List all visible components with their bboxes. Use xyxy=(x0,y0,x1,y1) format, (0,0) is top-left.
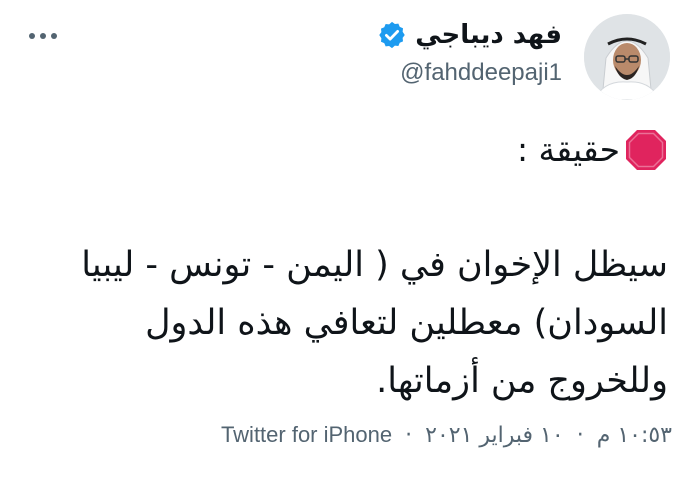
tweet-source[interactable]: Twitter for iPhone xyxy=(221,422,392,447)
avatar[interactable] xyxy=(584,14,670,100)
user-avatar-icon xyxy=(584,14,670,100)
tweet-metadata: ١٠:٥٣ م · ١٠ فبراير ٢٠٢١ · Twitter for i… xyxy=(221,420,672,451)
more-options-icon[interactable] xyxy=(26,28,60,44)
tweet-text-line: وللخروج من أزماتها. xyxy=(376,361,668,401)
author-name-row[interactable]: فهد ديباجي xyxy=(377,18,562,52)
fact-label: حقيقة : xyxy=(516,130,620,169)
author-display-name[interactable]: فهد ديباجي xyxy=(415,18,562,52)
tweet-card: فهد ديباجي @fahddeepaji1 حقيقة : سيظل ال… xyxy=(0,0,700,484)
meta-separator: · xyxy=(405,423,413,448)
tweet-time[interactable]: ١٠:٥٣ م xyxy=(597,423,672,448)
tweet-text-line: السودان) معطلين لتعافي هذه الدول xyxy=(145,303,668,343)
tweet-text-line: سيظل الإخوان في ( اليمن - تونس - ليبيا xyxy=(81,245,668,285)
fact-heading: حقيقة : xyxy=(517,128,668,172)
tweet-text: سيظل الإخوان في ( اليمن - تونس - ليبيا ا… xyxy=(38,236,668,410)
verified-badge-icon xyxy=(377,20,407,50)
tweet-date[interactable]: ١٠ فبراير ٢٠٢١ xyxy=(425,423,564,448)
author-handle[interactable]: @fahddeepaji1 xyxy=(400,58,562,88)
meta-separator: · xyxy=(576,423,584,448)
stop-sign-icon xyxy=(624,128,668,172)
